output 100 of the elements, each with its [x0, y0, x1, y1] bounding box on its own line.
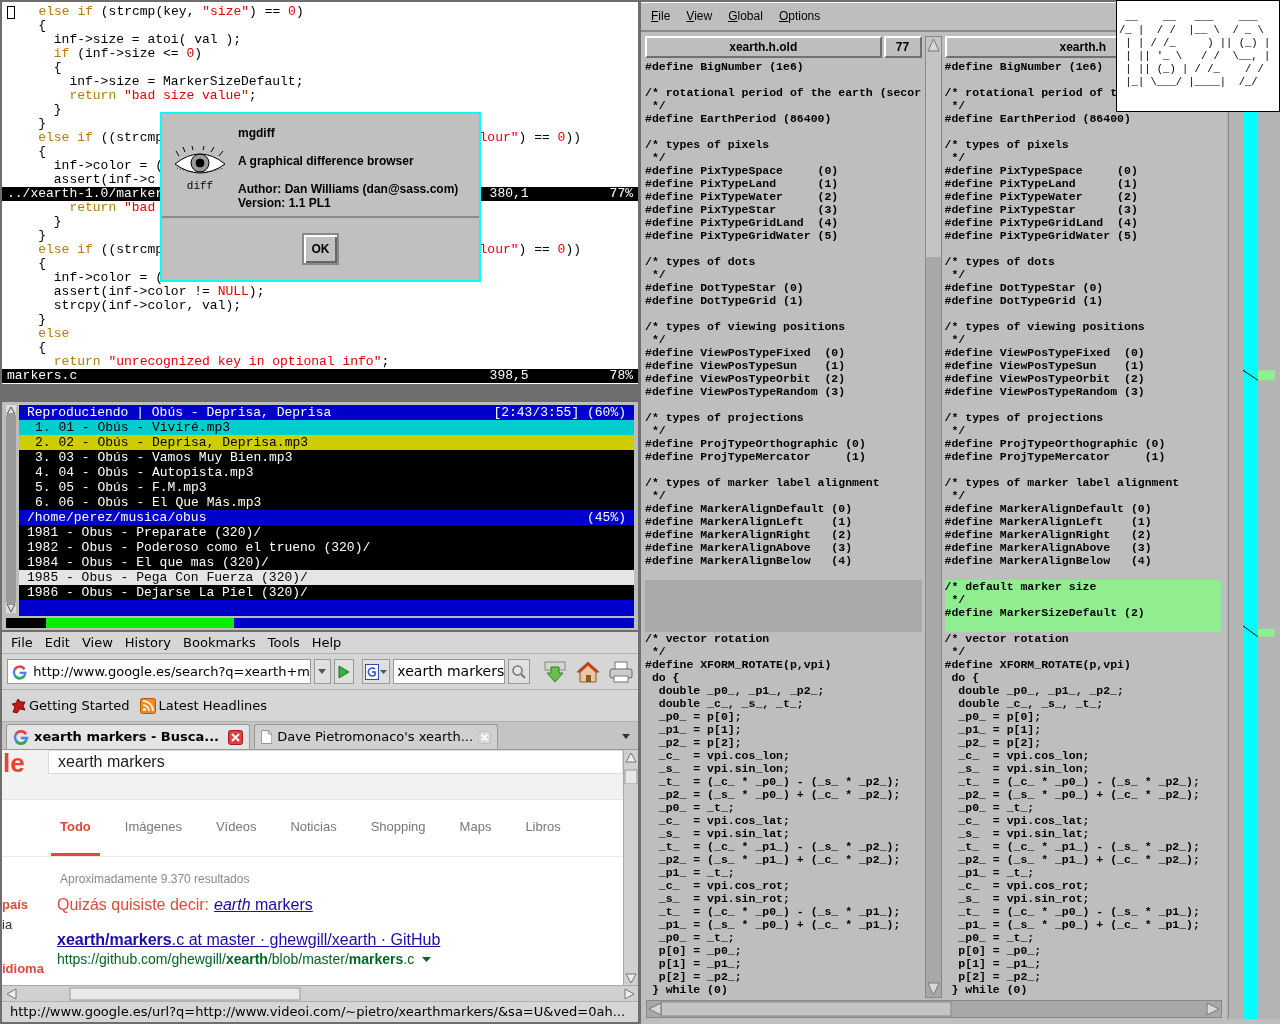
- playlist-item[interactable]: 2. 02 - Obús - Deprisa, Deprisa.mp3: [19, 435, 634, 450]
- code-line: _p2_ = (_s_ * _p0_) + (_c_ * _p2_);: [657, 788, 901, 801]
- menu-item[interactable]: Global: [726, 7, 765, 25]
- menu-item[interactable]: View: [684, 7, 715, 25]
- menu-item[interactable]: Help: [306, 632, 347, 653]
- code-line: _p1_ = _t_;: [957, 866, 1035, 879]
- code-line: /* types of projections: [944, 411, 1104, 424]
- scrollbar[interactable]: [623, 750, 638, 985]
- code-line: #define PixTypeGridLand (4): [944, 216, 1138, 229]
- bookmark-link[interactable]: Latest Headlines: [139, 695, 268, 716]
- sidebar-text: ia: [2, 916, 14, 934]
- scrollbar[interactable]: [6, 405, 16, 613]
- scroll-percent: 77%: [609, 187, 633, 201]
- scroll-arrow-and-thumb-drawing[interactable]: [4, 986, 304, 1001]
- scroll-arrow-and-thumb-drawing[interactable]: [624, 750, 638, 784]
- menu-item[interactable]: View: [76, 632, 118, 653]
- playlist-item[interactable]: 5. 05 - Obús - F.M.mp3: [19, 480, 634, 495]
- search-tab[interactable]: Imágenes: [115, 816, 191, 856]
- search-tab[interactable]: Vídeos: [206, 816, 266, 856]
- code-line: #define ViewPosTypeOrbit (2): [944, 372, 1145, 385]
- code-line: */: [950, 424, 966, 437]
- code-line: #define MarkerAlignRight (2): [645, 528, 853, 541]
- url-field[interactable]: http://www.google.es/search?q=xearth+m: [7, 659, 311, 684]
- menu-item[interactable]: History: [119, 632, 177, 653]
- menu-item[interactable]: Bookmarks: [178, 632, 261, 653]
- code-line: #define EarthPeriod (86400): [645, 112, 832, 125]
- directory-entry[interactable]: 1981 - Obus - Preparate (320)/: [19, 525, 634, 540]
- code-line: /* types of projections: [645, 411, 804, 424]
- ok-button[interactable]: OK: [302, 233, 339, 265]
- code-line: _s_ = vpi.sin_lon;: [657, 762, 790, 775]
- go-button[interactable]: [333, 659, 355, 684]
- code-line: #define ViewPosTypeFixed (0): [645, 346, 846, 359]
- scrollbar[interactable]: [647, 1001, 1221, 1017]
- menu-item[interactable]: File: [649, 7, 673, 25]
- browser-tab[interactable]: Dave Pietromonaco's xearth...: [254, 724, 498, 749]
- home-icon: [575, 660, 600, 683]
- menu-item[interactable]: Edit: [39, 632, 75, 653]
- search-icon: [511, 664, 526, 679]
- search-tab[interactable]: Maps: [450, 816, 501, 856]
- caret-icon: [318, 669, 327, 674]
- download-button[interactable]: [542, 658, 567, 685]
- search-button[interactable]: [508, 659, 530, 684]
- now-playing-text: Reproduciendo | Obús - Deprisa, Deprisa: [27, 405, 332, 420]
- g-logo-icon: [12, 663, 28, 680]
- directory-entry[interactable]: 1986 - Obus - Dejarse La Piel (320)/: [19, 585, 634, 600]
- code-line: _t_ = (_c_ * _p0_) - (_s_ * _p2_);: [657, 775, 901, 788]
- search-tab[interactable]: Todo: [51, 816, 100, 856]
- result-title-link[interactable]: xearth/markers.c at master · ghewgill/xearth · GitHub: [57, 930, 441, 950]
- suggestion-link[interactable]: earth markers: [214, 895, 313, 915]
- code-line: */: [650, 424, 666, 437]
- bookmark-link[interactable]: Getting Started: [10, 695, 130, 716]
- search-tab[interactable]: Noticias: [281, 816, 346, 856]
- down-arrow-icon[interactable]: [6, 603, 16, 613]
- code-line: {: [52, 61, 62, 75]
- directory-entry[interactable]: 1985 - Obus - Pega Con Fuerza (320)/: [19, 570, 634, 585]
- code-line: strcpy(inf->color, val);: [52, 299, 242, 313]
- rss-icon: [139, 697, 156, 714]
- search-tab[interactable]: Shopping: [361, 816, 435, 856]
- search-engine-button[interactable]: [362, 659, 391, 684]
- browser-tab[interactable]: xearth markers - Busca...: [6, 724, 250, 749]
- dropdown-button[interactable]: [314, 659, 331, 684]
- code-line: #define PixTypeLand (1): [944, 177, 1138, 190]
- menu-item[interactable]: Options: [776, 7, 823, 25]
- directory-entry[interactable]: 1982 - Obus - Poderoso como el trueno (320)/: [19, 540, 634, 555]
- code-line: /* types of viewing positions: [645, 320, 846, 333]
- scroll-arrow-and-thumb-drawing[interactable]: [925, 37, 941, 257]
- playlist-item[interactable]: 4. 04 - Obús - Autopista.mp3: [19, 465, 634, 480]
- code-line: _c_ = vpi.cos_rot;: [657, 879, 790, 892]
- code-line: double _p0_, _p1_, _p2_;: [957, 684, 1124, 697]
- code-line: _p1_ = (_s_ * _p0_) + (_c_ * _p1_);: [657, 918, 901, 931]
- up-arrow-icon[interactable]: [6, 405, 16, 415]
- code-line: #define BigNumber (1e6): [645, 60, 804, 73]
- search-input-field[interactable]: xearth markers: [48, 750, 623, 774]
- code-line: #define ProjTypeMercator (1): [645, 450, 866, 463]
- code-line: */: [650, 268, 666, 281]
- menu-item[interactable]: File: [6, 632, 38, 653]
- search-tab[interactable]: Libros: [516, 816, 570, 856]
- playlist-item[interactable]: 6. 06 - Obús - El Que Más.mp3: [19, 495, 634, 510]
- down-arrow-icon[interactable]: [624, 971, 638, 985]
- playlist-item[interactable]: 1. 01 - Obús - Viviré.mp3: [19, 420, 634, 435]
- code-line: */: [650, 333, 666, 346]
- code-line: p[1] = _p1_;: [957, 957, 1042, 970]
- scrollbar[interactable]: [2, 985, 638, 1001]
- menu-item[interactable]: Tools: [262, 632, 305, 653]
- caret-icon[interactable]: [422, 956, 432, 962]
- playlist-item[interactable]: 3. 03 - Obús - Vamos Muy Bien.mp3: [19, 450, 634, 465]
- down-arrow-icon[interactable]: [925, 981, 941, 997]
- search-field[interactable]: xearth markers: [393, 659, 506, 684]
- code-line: #define PixTypeGridWater (5): [944, 229, 1138, 242]
- print-button[interactable]: [608, 658, 633, 685]
- code-line: #define PixTypeSpace (0): [645, 164, 839, 177]
- close-icon[interactable]: [228, 729, 243, 745]
- code-line: p[2] = _p2_;: [957, 970, 1042, 983]
- code-line: /* types of marker label alignment: [645, 476, 880, 489]
- scrollbar[interactable]: [924, 36, 942, 998]
- directory-entry[interactable]: 1984 - Obus - El que mas (320)/: [19, 555, 634, 570]
- right-arrow-icon[interactable]: [622, 986, 636, 1001]
- code-line: {: [37, 145, 46, 159]
- code-line: #define DotTypeStar (0): [944, 281, 1104, 294]
- code-line: _p2_ = p[2];: [657, 736, 742, 749]
